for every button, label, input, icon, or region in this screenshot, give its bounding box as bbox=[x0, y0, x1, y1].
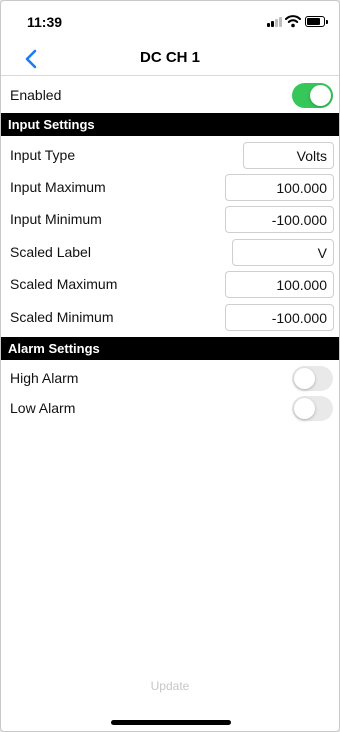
wifi-icon bbox=[285, 15, 301, 28]
scaled-maximum-row: Scaled Maximum 100.000 bbox=[1, 270, 339, 300]
alarm-settings-header: Alarm Settings bbox=[1, 337, 339, 360]
toggle-knob bbox=[294, 398, 315, 419]
scaled-maximum-field[interactable]: 100.000 bbox=[225, 271, 334, 298]
input-maximum-row: Input Maximum 100.000 bbox=[1, 173, 339, 203]
enabled-toggle[interactable] bbox=[292, 83, 333, 108]
section-title: Input Settings bbox=[8, 117, 95, 132]
enabled-row: Enabled bbox=[1, 81, 339, 111]
toggle-knob bbox=[310, 85, 331, 106]
input-settings-header: Input Settings bbox=[1, 113, 339, 136]
toggle-knob bbox=[294, 368, 315, 389]
input-minimum-row: Input Minimum -100.000 bbox=[1, 205, 339, 235]
navigation-bar: DC CH 1 bbox=[1, 43, 339, 76]
update-button[interactable]: Update bbox=[1, 679, 339, 693]
input-minimum-label: Input Minimum bbox=[10, 211, 102, 227]
high-alarm-row: High Alarm bbox=[1, 365, 339, 393]
low-alarm-label: Low Alarm bbox=[10, 400, 76, 416]
low-alarm-toggle[interactable] bbox=[292, 396, 333, 421]
scaled-label-field[interactable]: V bbox=[232, 239, 334, 266]
status-bar: 11:39 bbox=[1, 1, 339, 43]
high-alarm-label: High Alarm bbox=[10, 370, 79, 386]
cellular-signal-icon bbox=[267, 17, 283, 27]
input-maximum-field[interactable]: 100.000 bbox=[225, 174, 334, 201]
scaled-label-row: Scaled Label V bbox=[1, 238, 339, 268]
high-alarm-toggle[interactable] bbox=[292, 366, 333, 391]
scaled-minimum-field[interactable]: -100.000 bbox=[225, 304, 334, 331]
input-minimum-field[interactable]: -100.000 bbox=[225, 206, 334, 233]
status-time: 11:39 bbox=[27, 14, 63, 30]
app-screen: 11:39 DC CH 1 Enabled Input Settings Inp… bbox=[0, 0, 340, 732]
scaled-maximum-label: Scaled Maximum bbox=[10, 276, 118, 292]
battery-icon bbox=[305, 16, 328, 27]
section-title: Alarm Settings bbox=[8, 341, 100, 356]
input-type-label: Input Type bbox=[10, 147, 76, 163]
home-indicator[interactable] bbox=[111, 720, 231, 725]
low-alarm-row: Low Alarm bbox=[1, 395, 339, 423]
scaled-minimum-row: Scaled Minimum -100.000 bbox=[1, 303, 339, 333]
input-maximum-label: Input Maximum bbox=[10, 179, 106, 195]
page-title: DC CH 1 bbox=[139, 49, 200, 66]
input-type-row: Input Type Volts bbox=[1, 141, 339, 171]
enabled-label: Enabled bbox=[10, 87, 62, 103]
input-type-field[interactable]: Volts bbox=[243, 142, 334, 169]
scaled-label-label: Scaled Label bbox=[10, 244, 91, 260]
scaled-minimum-label: Scaled Minimum bbox=[10, 309, 114, 325]
